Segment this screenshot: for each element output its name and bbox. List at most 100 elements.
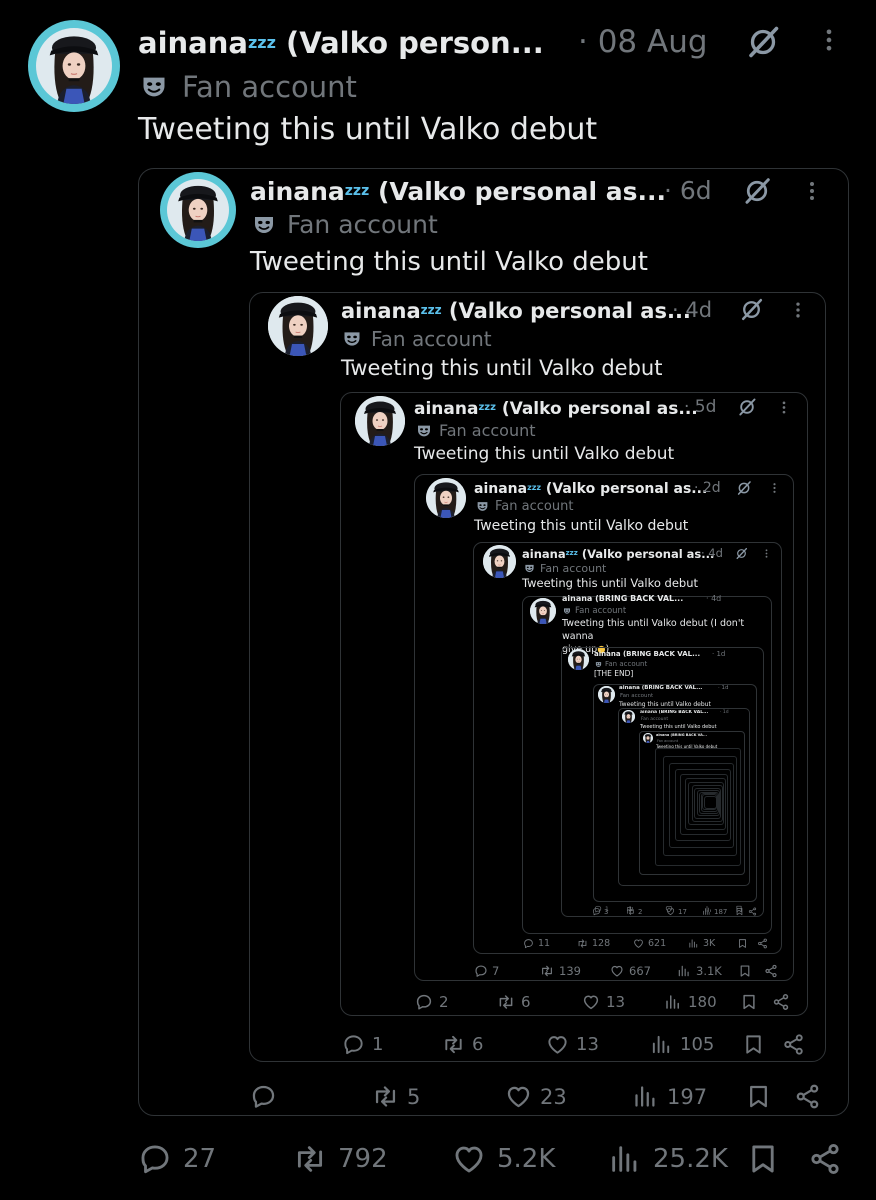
bookmark-button[interactable]	[742, 1033, 765, 1056]
bookmark-button[interactable]	[740, 993, 758, 1011]
tweet-text: Tweeting this until Valko debut	[640, 724, 717, 730]
repost-button[interactable]: 128	[577, 938, 610, 949]
timestamp: · 1d	[720, 710, 729, 715]
avatar	[483, 545, 516, 578]
more-icon	[761, 547, 772, 560]
display-name: ainana (BRING BACK VAL...	[619, 685, 703, 691]
tweet-text: Tweeting this until Valko debut	[138, 112, 598, 147]
bookmark-button[interactable]	[737, 938, 748, 949]
repost-button[interactable]: 5	[372, 1083, 420, 1110]
reply-button[interactable]: 1	[342, 1033, 383, 1056]
grok-icon	[736, 480, 752, 496]
fan-account-label: Fan account	[595, 660, 647, 668]
share-button[interactable]	[782, 1033, 805, 1056]
tweet-text: [THE END]	[594, 669, 634, 678]
display-name[interactable]: ainanazzz (Valko person...	[138, 26, 544, 60]
views-button[interactable]: 3K	[688, 938, 715, 949]
more-icon	[788, 298, 808, 322]
zzz-emoji: zzz	[565, 549, 578, 557]
repost-button[interactable]: 6	[497, 993, 531, 1011]
avatar	[355, 396, 405, 446]
fan-account-label: Fan account	[140, 70, 357, 104]
fan-mask-icon	[140, 73, 168, 101]
reply-button[interactable]: 27	[138, 1142, 216, 1176]
more-icon	[768, 480, 781, 496]
fan-account-label: Fan account	[524, 562, 606, 575]
like-button[interactable]: 667	[610, 964, 651, 978]
grok-icon	[737, 397, 757, 417]
fan-account-label: Fan account	[476, 499, 573, 514]
avatar	[426, 478, 466, 518]
fan-mask-icon	[252, 213, 276, 237]
nested-quote-frame	[703, 795, 717, 809]
bookmark-button[interactable]	[738, 964, 752, 978]
fan-account-label: Fan account	[342, 327, 492, 351]
like-button[interactable]: 5.2K	[452, 1142, 555, 1176]
fan-mask-icon	[342, 329, 362, 349]
tweet-text: Tweeting this until Valko debut	[414, 444, 675, 464]
like-button[interactable]: 13	[582, 993, 625, 1011]
share-button[interactable]	[794, 1083, 821, 1110]
like-button[interactable]: 621	[633, 938, 666, 949]
zzz-emoji: zzz	[420, 303, 442, 317]
display-name: ainanazzz (Valko personal as...	[414, 399, 698, 419]
repost-button[interactable]: 6	[442, 1033, 483, 1056]
fan-account-label: Fan account	[657, 739, 679, 743]
timestamp: · 1d	[712, 650, 726, 658]
reply-button[interactable]: 7	[474, 964, 499, 978]
bookmark-button[interactable]	[745, 1083, 772, 1110]
fan-account-label: Fan account	[563, 606, 626, 616]
share-button[interactable]	[772, 993, 790, 1011]
share-button[interactable]	[757, 938, 768, 949]
repost-button[interactable]: 139	[540, 964, 581, 978]
share-button[interactable]	[748, 907, 757, 916]
zzz-emoji: zzz	[344, 183, 370, 199]
tweet-text: Tweeting this until Valko debut	[474, 518, 689, 534]
display-name: ainanazzz (Valko personal as...	[474, 481, 708, 497]
like-button[interactable]: 17	[666, 907, 687, 916]
bookmark-button[interactable]	[735, 907, 744, 916]
avatar[interactable]	[28, 20, 120, 112]
more-icon	[776, 398, 792, 417]
share-button[interactable]	[808, 1142, 842, 1176]
zzz-emoji: zzz	[527, 483, 542, 492]
bookmark-button[interactable]	[746, 1142, 780, 1176]
display-name: ainanazzz (Valko personal as...	[250, 177, 667, 206]
fan-account-label: Fan account	[416, 421, 536, 440]
like-button[interactable]: 13	[546, 1033, 599, 1056]
grok-icon[interactable]	[745, 24, 781, 60]
timestamp: · 1d	[718, 685, 729, 691]
views-button[interactable]: 180	[664, 993, 717, 1011]
views-button[interactable]: 3.1K	[677, 964, 722, 978]
avatar-image	[167, 179, 229, 241]
grok-icon	[735, 547, 748, 560]
zzz-emoji: zzz	[478, 402, 496, 413]
views-button[interactable]: 197	[632, 1083, 707, 1110]
display-name: ainana (BRING BACK VAL...	[594, 650, 701, 658]
timestamp: · 4d	[701, 546, 723, 560]
fan-mask-icon	[563, 607, 571, 615]
timestamp: · 6d	[664, 176, 712, 205]
views-button[interactable]: 105	[650, 1033, 714, 1056]
repost-button[interactable]: 2	[626, 907, 642, 916]
more-icon	[800, 177, 824, 205]
fan-account-label: Fan account	[252, 210, 438, 239]
tweet-text: Tweeting this until Valko debut	[341, 356, 663, 380]
tweet-text: Tweeting this until Valko debut	[250, 247, 648, 277]
zzz-emoji: zzz	[247, 33, 276, 52]
display-name: ainana (BRING BACK VAL...	[640, 710, 709, 715]
reply-button[interactable]	[250, 1083, 285, 1110]
timestamp[interactable]: · 08 Aug	[578, 24, 708, 60]
fan-account-label: Fan account	[620, 693, 654, 699]
views-button[interactable]: 187	[702, 907, 727, 916]
more-icon[interactable]	[815, 24, 843, 56]
reply-button[interactable]: 3	[592, 907, 608, 916]
repost-button[interactable]: 792	[293, 1142, 388, 1176]
timestamp: · 4d	[672, 298, 713, 322]
reply-button[interactable]: 2	[415, 993, 449, 1011]
views-button[interactable]: 25.2K	[608, 1142, 728, 1176]
display-name: ainana (BRING BACK VAL...	[562, 594, 684, 603]
share-button[interactable]	[764, 964, 778, 978]
like-button[interactable]: 23	[505, 1083, 567, 1110]
reply-button[interactable]: 11	[523, 938, 550, 949]
